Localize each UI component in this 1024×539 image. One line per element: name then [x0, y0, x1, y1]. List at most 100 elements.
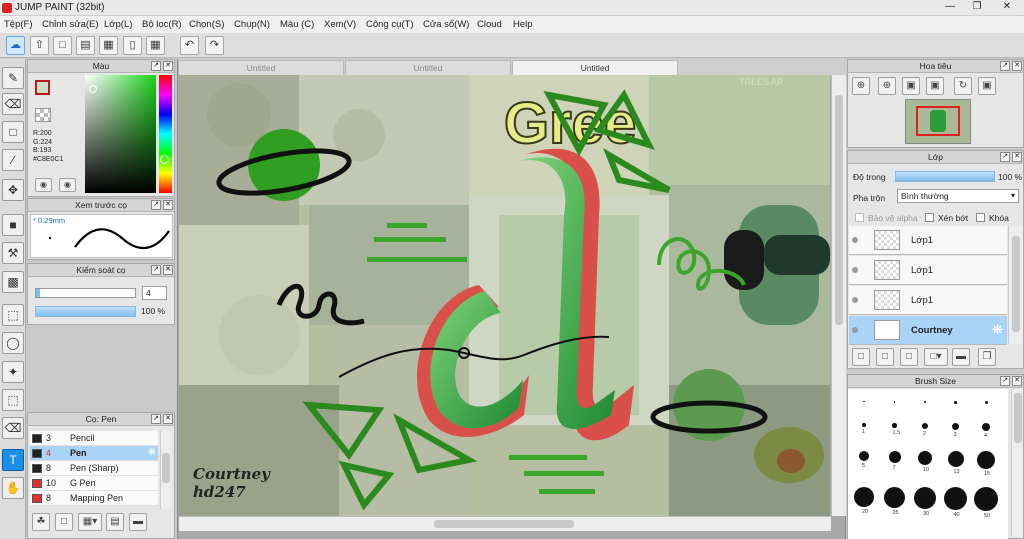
panel-float-icon[interactable]: ↗ — [151, 61, 161, 71]
gradient-tool-icon[interactable]: ▩ — [2, 271, 24, 293]
brush-size-cell[interactable] — [881, 483, 911, 508]
brush-size-input[interactable]: 4 — [142, 286, 167, 300]
menu-select[interactable]: Chọn(S) — [189, 19, 224, 30]
panel-float-icon[interactable]: ↗ — [1000, 376, 1010, 386]
document-icon[interactable]: ▦ — [99, 36, 118, 55]
zoom-actual-icon[interactable]: ▣ — [926, 77, 944, 95]
brush-size-cell[interactable] — [881, 397, 911, 417]
redo-icon[interactable]: ↷ — [205, 36, 224, 55]
canvas-horizontal-scrollbar[interactable] — [179, 516, 831, 531]
navigator-thumbnail[interactable] — [905, 99, 971, 144]
brush-size-cell[interactable] — [850, 483, 880, 507]
layer-item-2[interactable]: Lớp1 — [849, 256, 1007, 285]
brush-settings-icon[interactable]: ▤ — [106, 513, 124, 531]
panel-float-icon[interactable]: ↗ — [151, 265, 161, 275]
menu-window[interactable]: Cửa sổ(W) — [423, 19, 469, 30]
layer-item-courtney[interactable]: Courtney ❋ — [849, 316, 1007, 345]
grid-icon[interactable]: ▦ — [146, 36, 165, 55]
menu-edit[interactable]: Chỉnh sửa(E) — [42, 19, 99, 30]
eye-icon[interactable] — [852, 237, 858, 243]
layer-item-3[interactable]: Lớp1 — [849, 286, 1007, 315]
menu-capture[interactable]: Chụp(N) — [234, 19, 270, 30]
zoom-in-icon[interactable]: ⊕ — [878, 77, 896, 95]
line-tool-icon[interactable]: ∕ — [2, 149, 24, 171]
settings-gear-icon[interactable]: ❋ — [992, 322, 1003, 338]
brush-size-cell[interactable] — [942, 483, 972, 510]
settings-gear-icon[interactable]: ❋ — [148, 447, 156, 458]
brush-opacity-slider[interactable] — [35, 306, 136, 317]
bucket-tool-icon[interactable]: ⚒ — [2, 242, 24, 264]
brush-size-cell[interactable] — [942, 447, 972, 467]
brush-list-scrollbar[interactable] — [160, 431, 171, 509]
panel-close-icon[interactable]: ✕ — [163, 200, 173, 210]
duplicate-layer-icon[interactable]: ❐ — [978, 348, 996, 366]
transparent-color-swatch[interactable] — [35, 108, 51, 122]
eye-icon[interactable] — [852, 297, 858, 303]
hue-slider-handle[interactable] — [160, 155, 169, 164]
rotate-icon[interactable]: ↻ — [954, 77, 972, 95]
text-tool-icon[interactable]: T — [2, 449, 24, 471]
layer-opacity-slider[interactable] — [895, 171, 995, 182]
layer-list-scrollbar[interactable] — [1008, 226, 1023, 344]
menu-file[interactable]: Tệp(F) — [4, 19, 33, 30]
eraser-tool-icon[interactable]: ⌫ — [2, 93, 24, 115]
panel-close-icon[interactable]: ✕ — [163, 414, 173, 424]
menu-filter[interactable]: Bộ lọc(R) — [142, 19, 182, 30]
cloud-sync-icon[interactable]: ☁ — [6, 36, 25, 55]
share-icon[interactable]: ⇧ — [30, 36, 49, 55]
brush-item-pencil[interactable]: 3 Pencil — [30, 431, 158, 446]
panel-close-icon[interactable]: ✕ — [1012, 376, 1022, 386]
saturation-value-picker[interactable] — [85, 75, 156, 193]
maximize-button[interactable]: ❐ — [963, 0, 991, 14]
brush-item-mapping-pen[interactable]: 8 Mapping Pen — [30, 491, 158, 506]
panel-close-icon[interactable]: ✕ — [1012, 61, 1022, 71]
panel-close-icon[interactable]: ✕ — [163, 265, 173, 275]
panel-close-icon[interactable]: ✕ — [163, 61, 173, 71]
menu-layer[interactable]: Lớp(L) — [104, 19, 132, 30]
main-color-swatch[interactable] — [35, 80, 50, 95]
brush-size-cell[interactable] — [911, 447, 941, 467]
brush-tool-icon[interactable]: ✎ — [2, 67, 24, 89]
brush-size-cell[interactable] — [911, 483, 941, 509]
rect-tool-icon[interactable]: □ — [2, 121, 24, 143]
flip-icon[interactable]: ▣ — [978, 77, 996, 95]
brush-new-icon[interactable]: □ — [55, 513, 73, 531]
panel-float-icon[interactable]: ↗ — [151, 414, 161, 424]
brush-size-cell[interactable] — [850, 397, 880, 417]
panel-close-icon[interactable]: ✕ — [1012, 152, 1022, 162]
brush-size-cell[interactable] — [911, 397, 941, 417]
select-rect-tool-icon[interactable]: ⬚ — [2, 304, 24, 326]
layer-folder-icon[interactable]: ▬ — [952, 348, 970, 366]
zoom-fit-icon[interactable]: ▣ — [902, 77, 920, 95]
lock-checkbox[interactable] — [976, 213, 985, 222]
brush-size-scrollbar[interactable] — [1011, 389, 1023, 537]
hand-tool-icon[interactable]: ✋ — [2, 477, 24, 499]
lasso-tool-icon[interactable]: ◯ — [2, 332, 24, 354]
menu-view[interactable]: Xem(V) — [324, 19, 356, 30]
eyedropper-icon[interactable]: ◉ — [59, 178, 76, 192]
brush-size-cell[interactable] — [972, 447, 1002, 469]
protect-alpha-checkbox[interactable] — [855, 213, 864, 222]
select-pen-tool-icon[interactable]: ⬚ — [2, 389, 24, 411]
canvas-vertical-scrollbar[interactable] — [831, 75, 846, 516]
brush-folder-icon[interactable]: ▬ — [129, 513, 147, 531]
layer-item-1[interactable]: Lớp1 — [849, 226, 1007, 255]
brush-copy-icon[interactable]: ▦▾ — [78, 513, 102, 531]
undo-icon[interactable]: ↶ — [180, 36, 199, 55]
select-eraser-tool-icon[interactable]: ⌫ — [2, 417, 24, 439]
brush-size-cell[interactable] — [972, 397, 1002, 417]
close-button[interactable]: ✕ — [990, 0, 1024, 14]
add-layer-menu-icon[interactable]: □▾ — [924, 348, 948, 366]
brush-add-icon[interactable]: ☘ — [32, 513, 50, 531]
menu-cloud[interactable]: Cloud — [477, 19, 502, 30]
eye-icon[interactable] — [852, 267, 858, 273]
tab-untitled-3[interactable]: Untitled — [512, 60, 678, 75]
brush-size-slider[interactable] — [35, 288, 136, 298]
comment-icon[interactable]: □ — [53, 36, 72, 55]
fill-rect-tool-icon[interactable]: ■ — [2, 214, 24, 236]
brush-size-cell[interactable] — [972, 483, 1002, 511]
clip-checkbox[interactable] — [925, 213, 934, 222]
new-8bit-layer-icon[interactable]: □ — [876, 348, 894, 366]
move-tool-icon[interactable]: ✥ — [2, 179, 24, 201]
brush-item-pen-sharp[interactable]: 8 Pen (Sharp) — [30, 461, 158, 476]
